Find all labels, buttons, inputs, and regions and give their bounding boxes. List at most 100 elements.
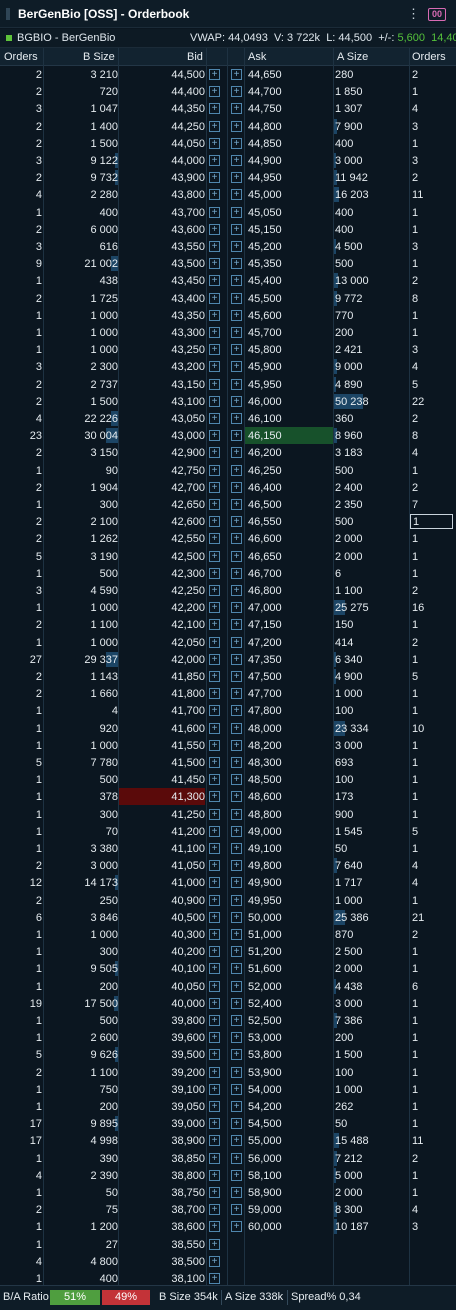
bid-price-cell[interactable]: 41,850 <box>119 668 205 685</box>
ask-size-cell[interactable]: 500 <box>334 255 410 272</box>
bid-size-cell[interactable]: 1 000 <box>46 307 118 324</box>
bid-price-header[interactable]: Bid <box>187 51 203 63</box>
add-ask-icon[interactable]: + <box>231 344 242 356</box>
bid-size-cell[interactable]: 27 <box>46 1236 118 1253</box>
bid-size-cell[interactable]: 3 190 <box>46 548 118 565</box>
bid-size-cell[interactable]: 90 <box>46 462 118 479</box>
bid-price-cell[interactable]: 38,900 <box>119 1132 205 1149</box>
bid-size-cell[interactable]: 9 122 <box>46 152 118 169</box>
bid-price-cell[interactable]: 39,800 <box>119 1012 205 1029</box>
ask-size-cell[interactable]: 1 000 <box>334 685 410 702</box>
bid-price-cell[interactable]: 43,000 <box>119 427 205 444</box>
bid-size-cell[interactable]: 4 998 <box>46 1132 118 1149</box>
bid-size-cell[interactable]: 1 000 <box>46 926 118 943</box>
add-ask-icon[interactable]: + <box>231 1187 242 1198</box>
add-bid-icon[interactable]: + <box>209 327 220 338</box>
add-ask-icon[interactable]: + <box>231 103 242 115</box>
vertical-ellipsis-icon[interactable]: ⋮ <box>407 7 420 21</box>
ask-price-cell[interactable]: 54,000 <box>245 1081 333 1098</box>
bid-size-cell[interactable]: 4 590 <box>46 582 118 599</box>
ask-price-cell[interactable]: 46,650 <box>245 548 333 565</box>
bid-size-cell[interactable]: 1 500 <box>46 393 118 410</box>
bid-price-cell[interactable]: 43,050 <box>119 410 205 427</box>
add-ask-icon[interactable]: + <box>231 688 242 700</box>
add-bid-icon[interactable]: + <box>209 241 220 252</box>
ask-size-cell[interactable]: 50 238 <box>334 393 410 410</box>
ask-price-cell[interactable]: 45,350 <box>245 255 333 272</box>
add-bid-icon[interactable]: + <box>209 843 220 854</box>
bid-size-cell[interactable]: 1 660 <box>46 685 118 702</box>
ask-size-cell[interactable]: 500 <box>334 513 410 530</box>
add-ask-icon[interactable]: + <box>231 1221 242 1233</box>
ask-size-cell[interactable]: 1 545 <box>334 823 410 840</box>
add-bid-icon[interactable]: + <box>209 155 220 166</box>
add-bid-icon[interactable]: + <box>209 1101 220 1112</box>
add-ask-icon[interactable]: + <box>231 481 242 493</box>
add-ask-icon[interactable]: + <box>231 550 242 562</box>
add-bid-icon[interactable]: + <box>209 395 220 407</box>
add-bid-icon[interactable]: + <box>209 602 220 614</box>
bid-size-cell[interactable]: 1 500 <box>46 135 118 152</box>
bid-price-cell[interactable]: 43,250 <box>119 341 205 358</box>
bid-size-cell[interactable]: 22 226 <box>46 410 118 427</box>
add-ask-icon[interactable]: + <box>231 653 242 665</box>
add-bid-icon[interactable]: + <box>209 739 220 751</box>
add-ask-icon[interactable]: + <box>231 155 242 166</box>
bid-size-cell[interactable]: 7 780 <box>46 754 118 771</box>
bid-size-cell[interactable]: 1 100 <box>46 1064 118 1081</box>
add-ask-icon[interactable]: + <box>231 894 242 906</box>
add-ask-icon[interactable]: + <box>231 499 242 510</box>
bid-price-cell[interactable]: 42,700 <box>119 479 205 496</box>
ask-size-cell[interactable]: 4 900 <box>334 668 410 685</box>
bid-price-cell[interactable]: 38,100 <box>119 1270 205 1285</box>
ask-size-cell[interactable]: 1 000 <box>334 1081 410 1098</box>
bid-size-cell[interactable]: 400 <box>46 1270 118 1285</box>
add-ask-icon[interactable]: + <box>231 223 242 235</box>
add-ask-icon[interactable]: + <box>231 413 242 424</box>
add-bid-icon[interactable]: + <box>209 825 220 837</box>
add-ask-icon[interactable]: + <box>231 585 242 596</box>
bid-price-cell[interactable]: 43,400 <box>119 290 205 307</box>
add-ask-icon[interactable]: + <box>231 533 242 545</box>
add-bid-icon[interactable]: + <box>209 275 220 287</box>
ask-size-cell[interactable]: 2 350 <box>334 496 410 513</box>
ask-size-cell[interactable]: 173 <box>334 788 410 805</box>
add-ask-icon[interactable]: + <box>231 1015 242 1026</box>
bid-price-cell[interactable]: 41,800 <box>119 685 205 702</box>
ask-size-cell[interactable]: 8 300 <box>334 1201 410 1218</box>
ask-size-cell[interactable]: 7 212 <box>334 1150 410 1167</box>
ask-price-cell[interactable]: 48,200 <box>245 737 333 754</box>
ask-size-cell[interactable]: 16 203 <box>334 186 410 203</box>
ask-size-cell[interactable]: 100 <box>334 771 410 788</box>
ask-price-cell[interactable]: 54,200 <box>245 1098 333 1115</box>
add-ask-icon[interactable]: + <box>231 206 242 218</box>
bid-size-cell[interactable]: 75 <box>46 1201 118 1218</box>
bid-price-cell[interactable]: 40,100 <box>119 960 205 977</box>
add-ask-icon[interactable]: + <box>231 808 242 820</box>
add-bid-icon[interactable]: + <box>209 1032 220 1044</box>
bid-price-cell[interactable]: 43,600 <box>119 221 205 238</box>
add-ask-icon[interactable]: + <box>231 1049 242 1061</box>
add-bid-icon[interactable]: + <box>209 550 220 562</box>
bid-price-cell[interactable]: 43,550 <box>119 238 205 255</box>
ask-price-cell[interactable]: 44,900 <box>245 152 333 169</box>
add-ask-icon[interactable]: + <box>231 69 242 80</box>
bid-size-cell[interactable]: 2 280 <box>46 186 118 203</box>
bid-price-cell[interactable]: 40,900 <box>119 892 205 909</box>
add-ask-icon[interactable]: + <box>231 137 242 149</box>
bid-price-cell[interactable]: 41,450 <box>119 771 205 788</box>
add-bid-icon[interactable]: + <box>209 774 220 786</box>
add-bid-icon[interactable]: + <box>209 860 220 872</box>
bid-size-cell[interactable]: 500 <box>46 565 118 582</box>
bid-size-cell[interactable]: 1 904 <box>46 479 118 496</box>
ask-price-cell[interactable]: 45,400 <box>245 272 333 289</box>
ask-price-cell[interactable]: 44,700 <box>245 83 333 100</box>
ask-size-cell[interactable]: 262 <box>334 1098 410 1115</box>
add-ask-icon[interactable]: + <box>231 1083 242 1095</box>
add-ask-icon[interactable]: + <box>231 327 242 338</box>
ask-price-cell[interactable]: 48,800 <box>245 806 333 823</box>
add-bid-icon[interactable]: + <box>209 705 220 717</box>
ask-price-cell[interactable]: 47,800 <box>245 702 333 719</box>
ask-size-cell[interactable]: 1 850 <box>334 83 410 100</box>
add-ask-icon[interactable]: + <box>231 722 242 734</box>
